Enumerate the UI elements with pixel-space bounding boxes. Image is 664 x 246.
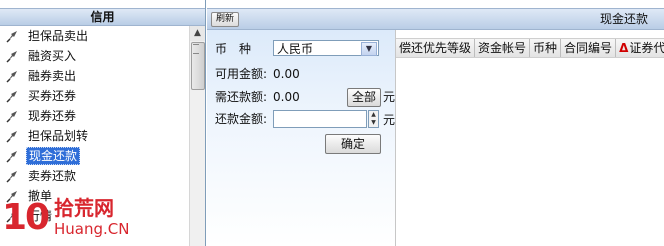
nav-item-label: 卖券还款: [28, 169, 77, 183]
nav-item-label: 担保品划转: [28, 129, 89, 143]
grip-icon: [193, 44, 199, 54]
amount-stepper[interactable]: ▲ ▼: [368, 110, 379, 128]
col-header-currency[interactable]: 币种: [530, 39, 562, 57]
nav-item-label: 现金还款: [26, 147, 81, 165]
currency-value: 人民币: [277, 42, 314, 56]
nav-item-label: 融券卖出: [28, 69, 77, 83]
nav-item-stock-return[interactable]: 现券还券: [0, 106, 188, 126]
trade-icon: [6, 111, 17, 123]
watermark-site-name: 拾荒网: [54, 196, 114, 220]
repay-all-button[interactable]: 全部: [347, 88, 381, 107]
repay-unit: 元: [383, 113, 396, 127]
nav-item-label: 担保品卖出: [28, 29, 89, 43]
due-label: 需还款额:: [215, 90, 268, 104]
grid-header: 偿还优先等级 资金帐号 币种 合同编号 Δ证券代: [396, 38, 664, 58]
col-header-priority[interactable]: 偿还优先等级: [396, 39, 476, 57]
watermark-logo: 10: [2, 197, 50, 238]
scroll-up-arrow-icon[interactable]: ▲: [190, 26, 205, 41]
confirm-button[interactable]: 确定: [325, 134, 381, 154]
due-unit: 元: [383, 90, 396, 104]
panel-title: 现金还款: [599, 12, 648, 26]
sidebar-scrollbar[interactable]: ▲: [189, 26, 205, 246]
currency-label: 币 种: [215, 42, 252, 56]
nav-item-label: 融资买入: [28, 49, 77, 63]
trade-icon: [6, 131, 17, 143]
repay-label: 还款金额:: [215, 112, 268, 126]
available-value: 0.00: [273, 67, 300, 81]
watermark-domain: Huang.CN: [54, 220, 130, 238]
nav-item-collateral-sell[interactable]: 担保品卖出: [0, 26, 188, 46]
nav-item-label: 买券还券: [28, 89, 77, 103]
nav-item-sell-to-repay[interactable]: 卖券还款: [0, 166, 188, 186]
contract-grid: 偿还优先等级 资金帐号 币种 合同编号 Δ证券代: [395, 30, 664, 246]
col-header-security-code[interactable]: Δ证券代: [616, 39, 664, 57]
repay-amount-input[interactable]: [273, 110, 367, 128]
trade-icon: [6, 151, 17, 163]
col-header-contract-no[interactable]: 合同编号: [561, 39, 617, 57]
watermark: 10 拾荒网 Huang.CN: [2, 194, 172, 244]
trade-icon: [6, 171, 17, 183]
trade-icon: [6, 71, 17, 83]
nav-item-margin-buy[interactable]: 融资买入: [0, 46, 188, 66]
refresh-button[interactable]: 刷新: [211, 12, 239, 27]
col-header-account[interactable]: 资金帐号: [475, 39, 531, 57]
sidebar-title: 信用: [0, 8, 205, 26]
spin-down-icon[interactable]: ▼: [369, 119, 378, 127]
repay-form: 币 种 人民币 ▼ 可用金额: 0.00 需还款额: 0.00 全部 元 还款金…: [207, 30, 395, 246]
spin-up-icon[interactable]: ▲: [369, 111, 378, 119]
chevron-down-icon[interactable]: ▼: [361, 42, 377, 56]
trade-icon: [6, 91, 17, 103]
nav-item-cash-repay[interactable]: 现金还款: [0, 146, 188, 166]
nav-item-buy-to-return[interactable]: 买券还券: [0, 86, 188, 106]
col-header-label: 证券代: [629, 41, 664, 55]
trade-icon: [6, 31, 17, 43]
nav-item-collateral-transfer[interactable]: 担保品划转: [0, 126, 188, 146]
available-label: 可用金额:: [215, 67, 268, 81]
due-value: 0.00: [273, 90, 300, 104]
currency-select[interactable]: 人民币 ▼: [273, 40, 379, 56]
main-header: 刷新 现金还款: [207, 8, 664, 30]
nav-item-label: 现券还券: [28, 109, 77, 123]
main-panel: 刷新 现金还款 币 种 人民币 ▼ 可用金额: 0.00 需还款额: 0.00 …: [207, 8, 664, 246]
warning-icon: Δ: [619, 41, 629, 55]
trade-icon: [6, 51, 17, 63]
nav-item-short-sell[interactable]: 融券卖出: [0, 66, 188, 86]
